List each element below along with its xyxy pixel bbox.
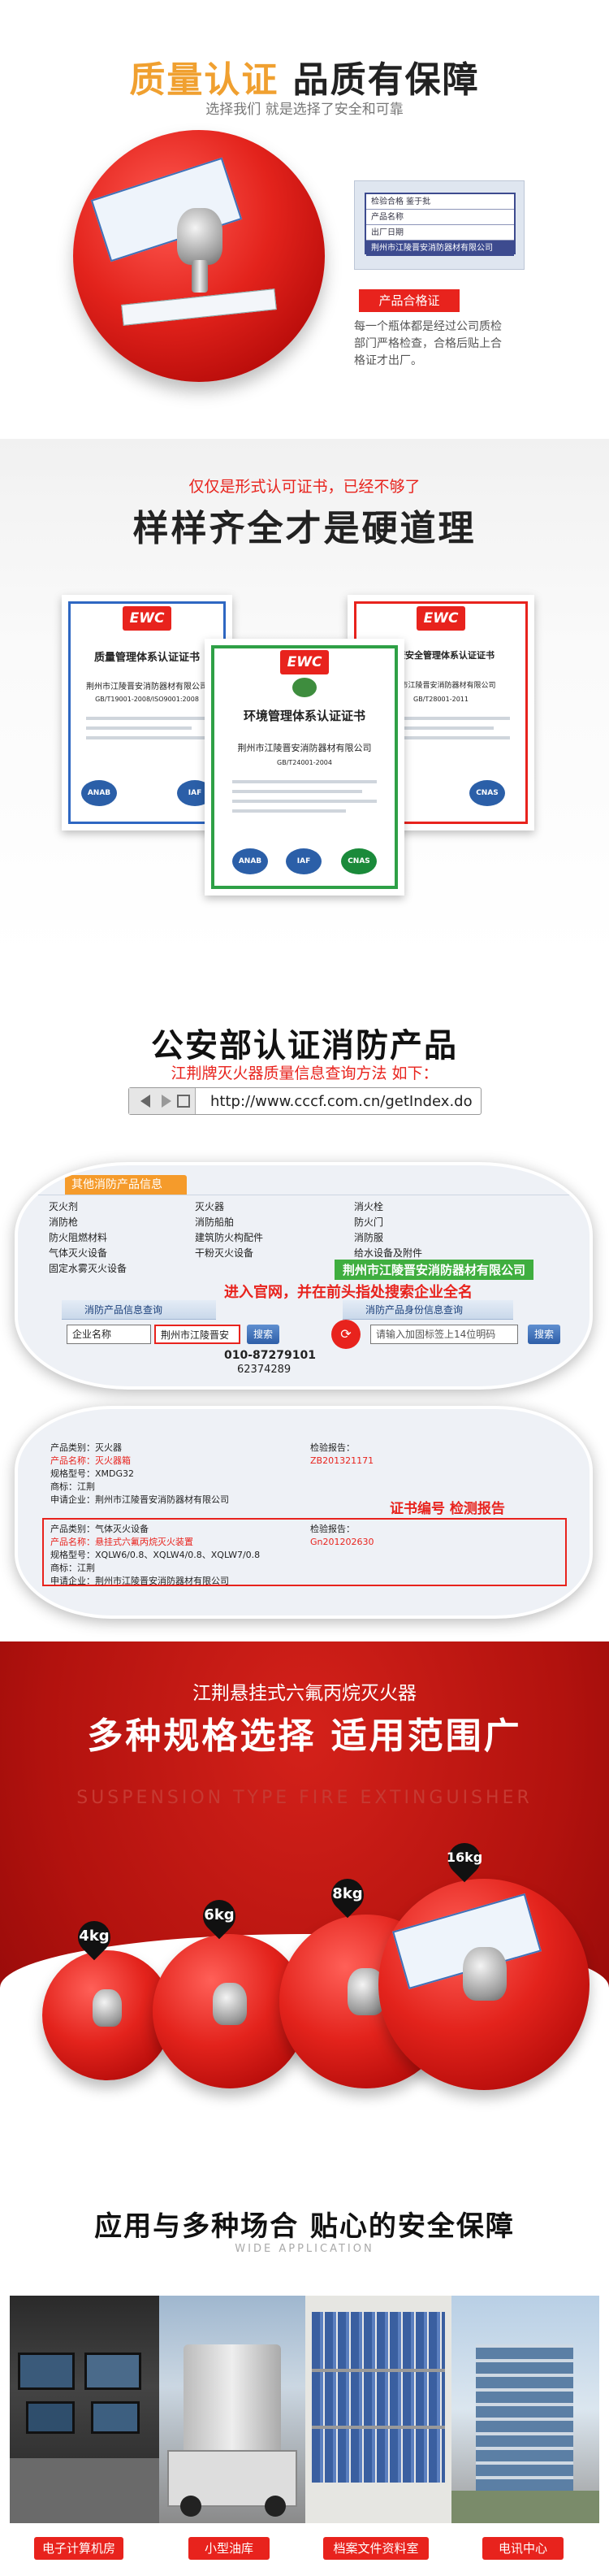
anab-seal: ANAB — [81, 780, 117, 806]
caption-telecom-center: 电讯中心 — [482, 2537, 564, 2560]
extinguisher-16kg — [378, 1879, 590, 2090]
phone-number: 010-87279101 — [224, 1349, 316, 1362]
valve-nozzle — [192, 260, 208, 293]
query-bar-id: 消防产品身份信息查询 — [343, 1300, 513, 1320]
anab-seal: ANAB — [232, 848, 268, 874]
section-title: 公安部认证消防产品 — [151, 1027, 458, 1065]
extinguisher-ball-image — [73, 130, 325, 382]
section-title: 多种规格选择 适用范围广 — [87, 1715, 522, 1757]
section-subtitle: 江荆悬挂式六氟丙烷灭火器 — [192, 1683, 417, 1704]
record-2-report: 检验报告： Gn201202630 — [310, 1524, 374, 1547]
search-type-select[interactable]: 企业名称 — [67, 1325, 151, 1344]
search-badge-icon: ⟳ — [331, 1320, 361, 1349]
size-label-16kg: 16kg — [446, 1850, 483, 1865]
company-search-input[interactable]: 荆州市江陵晋安 — [154, 1325, 240, 1344]
url-text: http://www.cccf.com.cn/getIndex.do — [210, 1093, 473, 1110]
size-label-4kg: 4kg — [79, 1928, 110, 1945]
valve-head — [177, 208, 222, 265]
query-bar: 消防产品信息查询 — [62, 1300, 216, 1320]
conformity-certificate-image: 检验合格 鉴于批 产品名称 出厂日期 荆州市江陵晋安消防器材有限公司 — [354, 180, 525, 270]
search-button[interactable]: 搜索 — [247, 1325, 279, 1344]
search-results-screenshot: 产品类别：灭火器 产品名称：灭火器箱 规格型号：XMDG32 商标：江荆 申请企… — [15, 1406, 593, 1619]
record-1-report: 检验报告： ZB201321171 — [310, 1442, 374, 1466]
oil-depot-photo — [159, 2296, 305, 2523]
application-section: 应用与多种场合 贴心的安全保障 WIDE APPLICATION 电子计算机房 … — [0, 2113, 609, 2576]
cnas-seal: CNAS — [341, 848, 377, 874]
section-title: 应用与多种场合 贴心的安全保障 — [94, 2210, 515, 2243]
section-title: 质量认证 品质有保障 — [129, 59, 480, 101]
caption-computer-room: 电子计算机房 — [34, 2537, 123, 2560]
phone-number-2: 62374289 — [237, 1364, 292, 1376]
computer-room-photo — [10, 2296, 159, 2523]
section-english-title: WIDE APPLICATION — [235, 2243, 374, 2255]
site-search-screenshot: 其他消防产品信息 灭火剂 消防枪 防火阻燃材料 气体灭火设备 固定水雾灭火设备 … — [15, 1162, 593, 1390]
certificate-note: 证书编号 检测报告 — [390, 1501, 505, 1517]
size-label-6kg: 6kg — [204, 1906, 235, 1923]
section-title: 样样齐全才是硬道理 — [132, 508, 477, 549]
cccf-verification-section: 公安部认证消防产品 江荆牌灭火器质量信息查询方法 如下： http://www.… — [0, 959, 609, 1641]
instruction-note: 进入官网，并在前头指处搜索企业全名 — [224, 1284, 473, 1301]
id-search-input[interactable]: 请输入加固标签上14位明码 — [370, 1325, 518, 1344]
url-bar[interactable]: http://www.cccf.com.cn/getIndex.do — [128, 1087, 482, 1115]
certificates-section: 仅仅是形式认可证书，已经不够了 样样齐全才是硬道理 EWC 质量管理体系认证证书… — [0, 439, 609, 959]
id-search-button[interactable]: 搜索 — [528, 1325, 560, 1344]
company-callout: 荆州市江陵晋安消防器材有限公司 — [335, 1260, 534, 1280]
menu-heading: 其他消防产品信息 — [65, 1175, 187, 1195]
section-english-title: SUSPENSION TYPE FIRE EXTINGUISHER — [76, 1788, 533, 1808]
certificate-tag: 产品合格证 — [359, 289, 460, 312]
certificate-description: 每一个瓶体都是经过公司质检部门严格检查，合格后贴上合格证才出厂。 — [354, 320, 502, 367]
section-subtitle: 江荆牌灭火器质量信息查询方法 如下： — [171, 1065, 438, 1082]
quality-cert-section: 质量认证 品质有保障 选择我们 就是选择了安全和可靠 检验合格 鉴于批 产品名称… — [0, 0, 609, 439]
environment-certificate: EWC 环境管理体系认证证书 荆州市江陵晋安消防器材有限公司 GB/T24001… — [205, 639, 404, 896]
iaf-seal: IAF — [286, 848, 322, 874]
record-1: 产品类别：灭火器 产品名称：灭火器箱 规格型号：XMDG32 商标：江荆 申请企… — [50, 1442, 229, 1505]
ball-bottom-label — [121, 288, 277, 326]
section-subtitle: 选择我们 就是选择了安全和可靠 — [205, 102, 404, 118]
size-label-8kg: 8kg — [332, 1885, 363, 1902]
telecom-center-photo — [451, 2296, 599, 2523]
caption-oil-depot: 小型油库 — [188, 2537, 270, 2560]
record-2: 产品类别：气体灭火设备 产品名称：悬挂式六氟丙烷灭火装置 规格型号：XQLW6/… — [50, 1524, 261, 1586]
section-subtitle: 仅仅是形式认可证书，已经不够了 — [188, 478, 421, 496]
browser-nav-icon — [129, 1088, 196, 1114]
caption-archive-room: 档案文件资料室 — [323, 2537, 429, 2560]
archive-room-photo — [305, 2296, 451, 2523]
cnas-seal: CNAS — [469, 780, 505, 806]
specifications-section: 江荆悬挂式六氟丙烷灭火器 多种规格选择 适用范围广 SUSPENSION TYP… — [0, 1641, 609, 2113]
